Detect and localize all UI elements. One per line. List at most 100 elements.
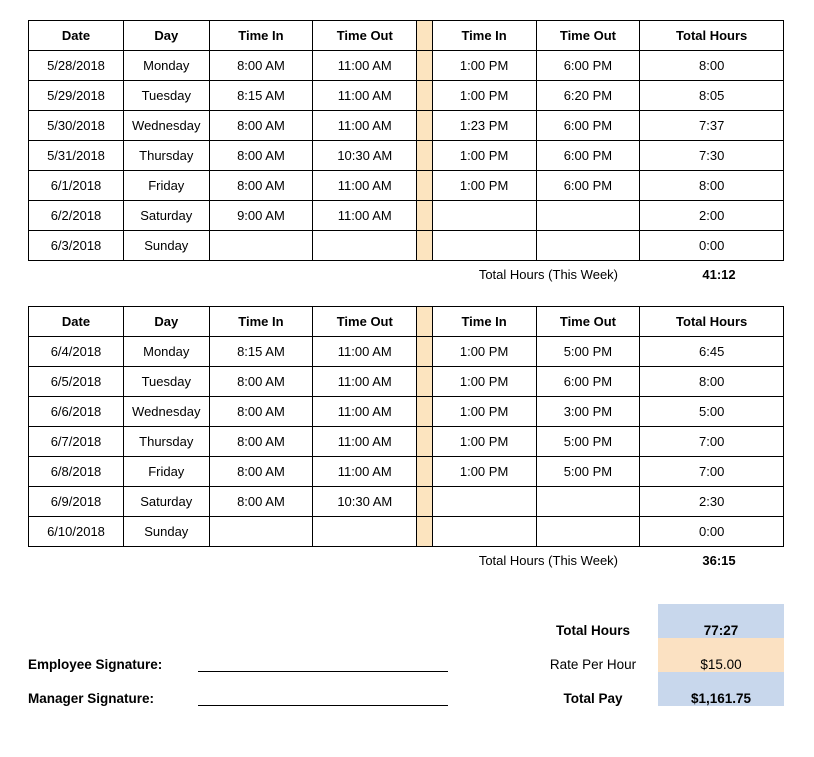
cell-time-out-2: 6:00 PM (536, 141, 640, 171)
col-time-in-2: Time In (432, 21, 536, 51)
cell-time-in-2: 1:00 PM (432, 141, 536, 171)
break-gap (417, 21, 432, 51)
cell-time-in-2 (432, 517, 536, 547)
cell-day: Wednesday (124, 111, 210, 141)
cell-day: Saturday (124, 487, 210, 517)
break-gap (417, 141, 432, 171)
cell-total-hours: 7:00 (640, 457, 784, 487)
cell-day: Monday (124, 51, 210, 81)
col-time-out-2: Time Out (536, 307, 640, 337)
cell-time-in-2: 1:00 PM (432, 81, 536, 111)
table-row: 6/7/2018Thursday8:00 AM11:00 AM1:00 PM5:… (29, 427, 784, 457)
table-row: 5/28/2018Monday8:00 AM11:00 AM1:00 PM6:0… (29, 51, 784, 81)
cell-time-out-2: 6:00 PM (536, 51, 640, 81)
cell-time-in-2 (432, 231, 536, 261)
cell-time-out-2: 6:00 PM (536, 171, 640, 201)
break-gap (417, 397, 432, 427)
col-total-hours: Total Hours (640, 21, 784, 51)
cell-time-out-2 (536, 231, 640, 261)
col-time-in-1: Time In (209, 21, 313, 51)
col-time-out-2: Time Out (536, 21, 640, 51)
cell-total-hours: 0:00 (640, 231, 784, 261)
break-gap (417, 517, 432, 547)
col-day: Day (124, 307, 210, 337)
summary-area: Total Hours 77:27 Employee Signature: Ra… (28, 604, 784, 706)
cell-total-hours: 7:00 (640, 427, 784, 457)
cell-total-hours: 2:30 (640, 487, 784, 517)
cell-time-out-1: 11:00 AM (313, 171, 417, 201)
cell-date: 5/30/2018 (29, 111, 124, 141)
col-date: Date (29, 307, 124, 337)
table-row: 5/30/2018Wednesday8:00 AM11:00 AM1:23 PM… (29, 111, 784, 141)
cell-date: 6/4/2018 (29, 337, 124, 367)
cell-day: Wednesday (124, 397, 210, 427)
employee-signature-label: Employee Signature: (28, 638, 198, 672)
table-row: 6/4/2018Monday8:15 AM11:00 AM1:00 PM5:00… (29, 337, 784, 367)
cell-date: 6/5/2018 (29, 367, 124, 397)
cell-time-out-2: 6:00 PM (536, 111, 640, 141)
cell-time-out-2: 5:00 PM (536, 427, 640, 457)
break-gap (417, 487, 432, 517)
cell-time-out-2 (536, 201, 640, 231)
table-row: 6/9/2018Saturday8:00 AM10:30 AM2:30 (29, 487, 784, 517)
cell-date: 6/8/2018 (29, 457, 124, 487)
cell-date: 5/29/2018 (29, 81, 124, 111)
col-time-in-1: Time In (209, 307, 313, 337)
col-day: Day (124, 21, 210, 51)
col-date: Date (29, 21, 124, 51)
cell-day: Thursday (124, 141, 210, 171)
cell-time-out-1: 11:00 AM (313, 457, 417, 487)
week-total-label: Total Hours (This Week) (479, 267, 618, 282)
week-total-value: 41:12 (654, 267, 784, 282)
cell-time-in-1: 8:00 AM (209, 141, 313, 171)
cell-total-hours: 8:00 (640, 367, 784, 397)
week-2-total: Total Hours (This Week) 36:15 (28, 553, 784, 568)
cell-time-out-1: 11:00 AM (313, 337, 417, 367)
cell-time-out-1: 11:00 AM (313, 51, 417, 81)
cell-date: 6/3/2018 (29, 231, 124, 261)
cell-time-out-2 (536, 517, 640, 547)
timesheet-week-1: Date Day Time In Time Out Time In Time O… (28, 20, 784, 261)
manager-signature-line[interactable] (198, 672, 468, 706)
cell-time-in-2: 1:00 PM (432, 171, 536, 201)
cell-time-in-2: 1:23 PM (432, 111, 536, 141)
cell-date: 6/1/2018 (29, 171, 124, 201)
break-gap (417, 457, 432, 487)
cell-day: Friday (124, 457, 210, 487)
cell-date: 6/7/2018 (29, 427, 124, 457)
table-row: 6/2/2018Saturday9:00 AM11:00 AM2:00 (29, 201, 784, 231)
col-time-out-1: Time Out (313, 21, 417, 51)
cell-time-in-2 (432, 487, 536, 517)
cell-day: Friday (124, 171, 210, 201)
header-row: Date Day Time In Time Out Time In Time O… (29, 307, 784, 337)
cell-time-in-1 (209, 517, 313, 547)
manager-signature-label: Manager Signature: (28, 672, 198, 706)
cell-time-out-1: 10:30 AM (313, 141, 417, 171)
week-total-value: 36:15 (654, 553, 784, 568)
cell-total-hours: 8:05 (640, 81, 784, 111)
cell-time-in-1 (209, 231, 313, 261)
cell-time-out-2 (536, 487, 640, 517)
cell-time-out-1: 10:30 AM (313, 487, 417, 517)
cell-time-in-1: 8:15 AM (209, 81, 313, 111)
cell-time-out-1 (313, 517, 417, 547)
break-gap (417, 201, 432, 231)
cell-date: 6/10/2018 (29, 517, 124, 547)
break-gap (417, 171, 432, 201)
week-1-total: Total Hours (This Week) 41:12 (28, 267, 784, 282)
cell-time-in-2: 1:00 PM (432, 367, 536, 397)
cell-time-out-2: 6:00 PM (536, 367, 640, 397)
cell-day: Tuesday (124, 81, 210, 111)
employee-signature-line[interactable] (198, 638, 468, 672)
break-gap (417, 337, 432, 367)
table-row: 6/6/2018Wednesday8:00 AM11:00 AM1:00 PM3… (29, 397, 784, 427)
cell-time-out-2: 6:20 PM (536, 81, 640, 111)
total-hours-value: 77:27 (658, 604, 784, 638)
cell-time-out-1: 11:00 AM (313, 81, 417, 111)
cell-time-in-2: 1:00 PM (432, 457, 536, 487)
cell-date: 6/9/2018 (29, 487, 124, 517)
break-gap (417, 111, 432, 141)
cell-time-in-2 (432, 201, 536, 231)
cell-total-hours: 5:00 (640, 397, 784, 427)
rate-per-hour-label: Rate Per Hour (528, 638, 658, 672)
